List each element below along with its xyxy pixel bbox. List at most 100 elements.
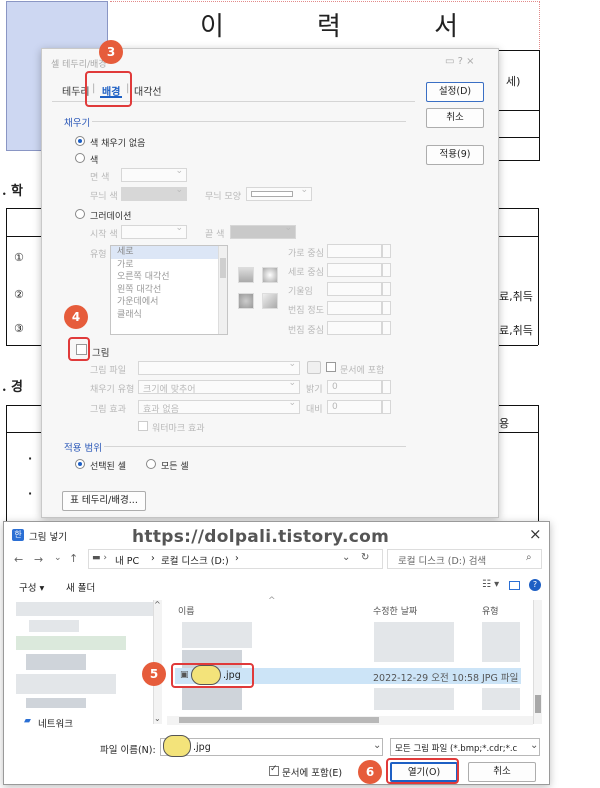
selected-cells-radio[interactable]: [75, 459, 85, 469]
help-icon[interactable]: ?: [529, 579, 541, 591]
end-color-dropdown[interactable]: [230, 223, 296, 239]
address-dropdown-icon[interactable]: ⌄: [342, 552, 350, 563]
cancel-button[interactable]: 취소: [468, 762, 536, 782]
file-modified: 2022-12-29 오전 10:58: [373, 673, 480, 684]
list-item[interactable]: 가운데에서: [111, 296, 227, 309]
no-fill-radio[interactable]: [75, 136, 85, 146]
watermark-checkbox[interactable]: [138, 421, 148, 431]
color-radio[interactable]: [75, 153, 85, 163]
column-header-type[interactable]: 유형: [482, 604, 499, 617]
title-controls[interactable]: ▭ ? ×: [445, 56, 475, 67]
up-icon[interactable]: ↑: [69, 552, 78, 565]
file-row-blurred[interactable]: [374, 688, 454, 710]
back-icon[interactable]: ←: [14, 553, 23, 566]
apply-button[interactable]: 적용(9): [426, 145, 484, 165]
nav-item-blurred[interactable]: [26, 654, 86, 670]
list-item[interactable]: 세로: [111, 246, 227, 259]
file-list-vscrollbar[interactable]: [533, 600, 542, 724]
search-box[interactable]: 로컬 디스크 (D:) 검색 ⌕: [387, 549, 542, 569]
nav-item-blurred[interactable]: [16, 602, 156, 616]
pattern-shape-dropdown[interactable]: [246, 185, 312, 201]
picture-effect-dropdown[interactable]: 효과 없음: [138, 398, 300, 415]
h-center-input[interactable]: [327, 244, 382, 258]
file-row-blurred[interactable]: [182, 688, 242, 710]
h-center-spinner[interactable]: [382, 244, 391, 258]
gradient-label: 그러데이션: [90, 212, 132, 222]
view-options-icon[interactable]: ☷ ▾: [482, 579, 499, 590]
fill-type-dropdown[interactable]: 크기에 맞추어: [138, 378, 300, 395]
file-row-blurred[interactable]: [374, 622, 454, 662]
bullet: ·: [28, 487, 33, 500]
table-border-background-button[interactable]: 표 테두리/배경...: [62, 491, 146, 511]
blur-spinner[interactable]: [382, 301, 391, 315]
all-cells-radio[interactable]: [146, 459, 156, 469]
filename-input[interactable]: .jpg ⌄: [160, 735, 383, 757]
contrast-spinner[interactable]: [382, 400, 391, 414]
gradient-preview-swatch[interactable]: [262, 293, 278, 309]
gradient-radio[interactable]: [75, 209, 85, 219]
tilt-input[interactable]: [327, 282, 382, 296]
gradient-preview-swatch[interactable]: [262, 267, 278, 283]
picture-file-dropdown[interactable]: [138, 359, 300, 375]
start-color-dropdown[interactable]: [121, 223, 187, 239]
cell-border-background-dialog: 셀 테두리/배경 ▭ ? × 테두리 | 배경 | 대각선 채우기 색 채우기 …: [41, 48, 499, 518]
close-icon[interactable]: ×: [529, 525, 542, 543]
picture-browse-icon[interactable]: [307, 361, 321, 374]
column-header-modified[interactable]: 수정한 날짜: [373, 604, 417, 617]
list-item[interactable]: 왼쪽 대각선: [111, 284, 227, 297]
v-center-input[interactable]: [327, 263, 382, 277]
filetype-filter-dropdown[interactable]: 모든 그림 파일 (*.bmp;*.cdr;*.c ⌄: [390, 738, 540, 756]
address-bar[interactable]: ▬ › 내 PC › 로컬 디스크 (D:) › ⌄ ↻: [88, 549, 383, 569]
brightness-input[interactable]: 0: [327, 380, 382, 394]
brightness-spinner[interactable]: [382, 380, 391, 394]
preview-pane-icon[interactable]: [509, 581, 520, 590]
nav-item-blurred[interactable]: [16, 636, 126, 650]
step-badge: 4: [64, 305, 88, 329]
title-char: 이: [200, 12, 226, 42]
pattern-color-dropdown[interactable]: [121, 185, 187, 201]
breadcrumb-drive[interactable]: 로컬 디스크 (D:): [161, 553, 229, 567]
nav-item-blurred[interactable]: [16, 674, 116, 694]
file-list-hscrollbar[interactable]: [167, 716, 533, 725]
file-row-blurred[interactable]: [482, 622, 520, 662]
scroll-up-icon[interactable]: ^: [154, 600, 161, 609]
list-item[interactable]: 클래식: [111, 309, 227, 322]
file-row-blurred[interactable]: [182, 622, 252, 648]
contrast-input[interactable]: 0: [327, 400, 382, 414]
list-scrollbar[interactable]: [218, 246, 227, 334]
recent-dropdown-icon[interactable]: ⌄: [54, 553, 62, 563]
v-center-spinner[interactable]: [382, 263, 391, 277]
new-folder-button[interactable]: 새 폴더: [66, 580, 95, 594]
blur-input[interactable]: [327, 301, 382, 315]
organize-menu[interactable]: 구성 ▾: [19, 580, 44, 594]
gradient-type-list[interactable]: 세로 가로 오른쪽 대각선 왼쪽 대각선 가운데에서 클래식: [110, 245, 228, 335]
tilt-spinner[interactable]: [382, 282, 391, 296]
scroll-down-icon[interactable]: ⌄: [154, 714, 161, 723]
refresh-icon[interactable]: ↻: [361, 552, 369, 563]
cancel-button[interactable]: 취소: [426, 108, 484, 128]
column-header-name[interactable]: 이름: [178, 604, 195, 617]
list-item[interactable]: 가로: [111, 259, 227, 272]
forward-icon[interactable]: →: [34, 553, 43, 566]
breadcrumb-pc[interactable]: 내 PC: [115, 553, 139, 567]
gradient-preview-swatch[interactable]: [238, 267, 254, 283]
gradient-preview-swatch[interactable]: [238, 293, 254, 309]
set-button[interactable]: 설정(D): [426, 82, 484, 102]
search-icon[interactable]: ⌕: [526, 552, 532, 563]
contrast-value: 0: [332, 402, 338, 412]
nav-item-network[interactable]: 네트워크: [38, 716, 73, 730]
filename-dropdown-icon[interactable]: ⌄: [373, 740, 381, 751]
tab-diagonal[interactable]: 대각선: [134, 83, 162, 98]
file-row-blurred[interactable]: [482, 688, 520, 710]
include-in-doc-checkbox[interactable]: ✓: [269, 764, 279, 776]
title-char: 력: [317, 12, 343, 42]
list-item[interactable]: 오른쪽 대각선: [111, 271, 227, 284]
filter-dropdown-icon[interactable]: ⌄: [530, 740, 538, 751]
face-color-dropdown[interactable]: [121, 166, 187, 182]
nav-item-blurred[interactable]: [26, 698, 86, 708]
include-in-doc-checkbox[interactable]: [326, 362, 336, 372]
blur-center-spinner[interactable]: [382, 321, 391, 335]
blur-center-input[interactable]: [327, 321, 382, 335]
nav-item-blurred[interactable]: [29, 620, 79, 632]
filetype-filter-value: 모든 그림 파일 (*.bmp;*.cdr;*.c: [395, 744, 518, 754]
